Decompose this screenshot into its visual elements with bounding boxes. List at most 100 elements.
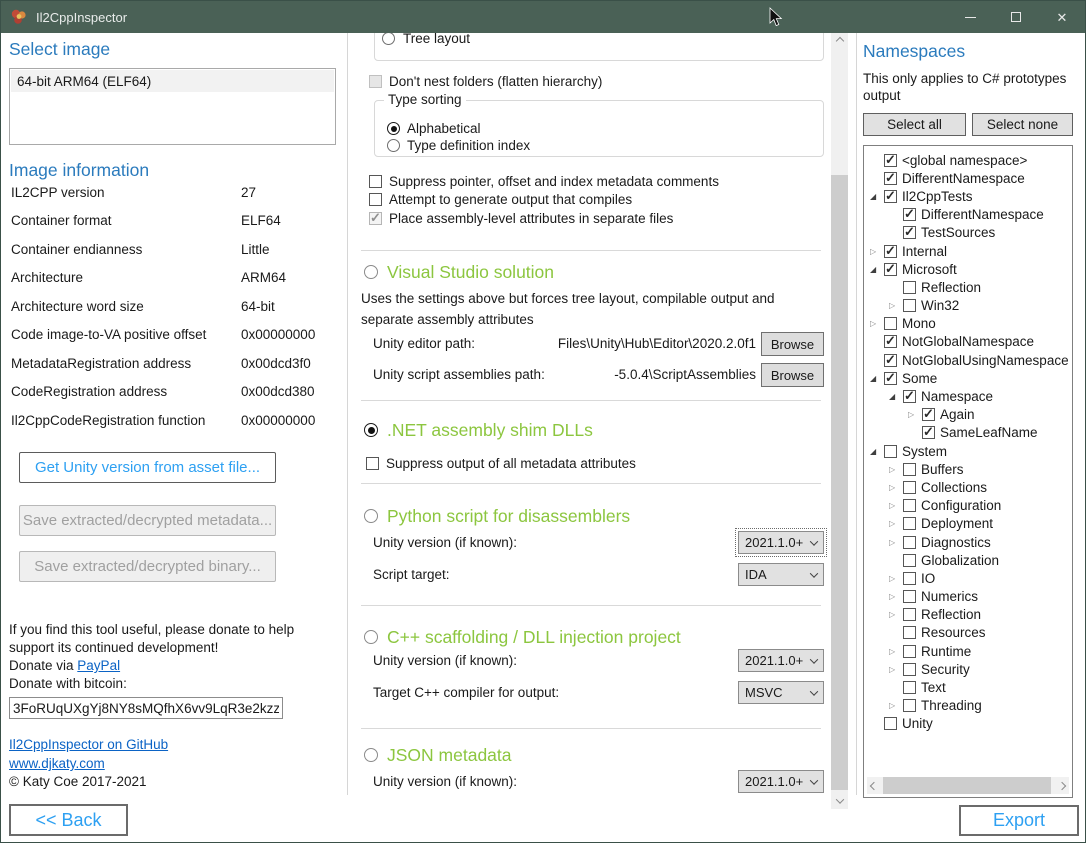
tree-item[interactable]: ▷Buffers	[864, 460, 1072, 478]
expand-icon[interactable]: ▷	[887, 501, 903, 510]
tree-item[interactable]: ▷Mono	[864, 315, 1072, 333]
expand-icon[interactable]: ▷	[887, 610, 903, 619]
compilable-output-row[interactable]: Attempt to generate output that compiles	[369, 190, 632, 208]
namespace-checkbox[interactable]	[903, 699, 916, 712]
namespace-checkbox[interactable]	[884, 354, 897, 367]
tree-item[interactable]: Resources	[864, 624, 1072, 642]
browse-editor-path-button[interactable]: Browse	[761, 332, 824, 356]
image-listbox[interactable]: 64-bit ARM64 (ELF64)	[9, 68, 336, 145]
namespace-checkbox[interactable]	[884, 172, 897, 185]
expand-icon[interactable]: ▷	[887, 483, 903, 492]
script-target-select[interactable]: IDA	[738, 563, 824, 586]
browse-assemblies-path-button[interactable]: Browse	[761, 363, 824, 387]
visual-studio-section-header[interactable]: Visual Studio solution	[364, 260, 554, 284]
collapse-icon[interactable]: ◢	[868, 374, 884, 383]
github-link[interactable]: Il2CppInspector on GitHub	[9, 737, 168, 752]
collapse-icon[interactable]: ◢	[868, 192, 884, 201]
tree-item[interactable]: SameLeafName	[864, 424, 1072, 442]
namespace-checkbox[interactable]	[884, 263, 897, 276]
shim-dlls-section-header[interactable]: .NET assembly shim DLLs	[364, 418, 593, 442]
tree-item[interactable]: ▷Again	[864, 406, 1072, 424]
namespace-checkbox[interactable]	[903, 681, 916, 694]
cpp-compiler-select[interactable]: MSVC	[738, 681, 824, 704]
separate-attributes-row[interactable]: Place assembly-level attributes in separ…	[369, 209, 673, 227]
namespace-checkbox[interactable]	[903, 572, 916, 585]
collapse-icon[interactable]: ◢	[868, 265, 884, 274]
select-all-button[interactable]: Select all	[863, 113, 966, 136]
separate-attributes-checkbox[interactable]	[369, 212, 382, 225]
save-metadata-button[interactable]: Save extracted/decrypted metadata...	[19, 505, 276, 536]
expand-icon[interactable]: ▷	[887, 665, 903, 674]
tree-horizontal-scrollbar[interactable]	[867, 777, 1069, 794]
minimize-button[interactable]	[947, 1, 993, 33]
tree-item[interactable]: <global namespace>	[864, 151, 1072, 169]
bitcoin-address-input[interactable]	[9, 697, 283, 719]
collapse-icon[interactable]: ◢	[887, 392, 903, 401]
flatten-checkbox-row[interactable]: Don't nest folders (flatten hierarchy)	[369, 72, 602, 90]
tree-item[interactable]: ▷Reflection	[864, 606, 1072, 624]
tree-item[interactable]: ▷Threading	[864, 697, 1072, 715]
tree-item[interactable]: TestSources	[864, 224, 1072, 242]
expand-icon[interactable]: ▷	[887, 538, 903, 547]
tree-item[interactable]: ▷Runtime	[864, 642, 1072, 660]
tree-item[interactable]: ◢Some	[864, 369, 1072, 387]
namespace-checkbox[interactable]	[884, 372, 897, 385]
suppress-comments-row[interactable]: Suppress pointer, offset and index metad…	[369, 172, 719, 190]
namespace-checkbox[interactable]	[903, 626, 916, 639]
tree-item[interactable]: ▷Deployment	[864, 515, 1072, 533]
namespace-checkbox[interactable]	[903, 645, 916, 658]
namespace-checkbox[interactable]	[884, 317, 897, 330]
expand-icon[interactable]: ▷	[887, 701, 903, 710]
tree-item[interactable]: DifferentNamespace	[864, 169, 1072, 187]
namespace-checkbox[interactable]	[884, 717, 897, 730]
visual-studio-radio[interactable]	[364, 265, 378, 279]
expand-icon[interactable]: ▷	[887, 301, 903, 310]
tree-item[interactable]: Globalization	[864, 551, 1072, 569]
typedef-index-radio[interactable]	[387, 139, 400, 152]
close-button[interactable]: ✕	[1039, 1, 1085, 33]
tree-item[interactable]: ▷Collections	[864, 478, 1072, 496]
select-none-button[interactable]: Select none	[972, 113, 1073, 136]
cpp-scaffolding-radio[interactable]	[364, 630, 378, 644]
cpp-unity-version-select[interactable]: 2021.1.0+	[738, 649, 824, 672]
tree-item[interactable]: DifferentNamespace	[864, 206, 1072, 224]
export-button[interactable]: Export	[959, 805, 1079, 836]
python-script-radio[interactable]	[364, 509, 378, 523]
namespace-checkbox[interactable]	[903, 499, 916, 512]
json-section-header[interactable]: JSON metadata	[364, 743, 512, 767]
scroll-down-arrow[interactable]	[831, 793, 848, 809]
namespace-checkbox[interactable]	[884, 190, 897, 203]
namespace-checkbox[interactable]	[903, 299, 916, 312]
scrollbar-thumb[interactable]	[883, 777, 1051, 794]
namespace-checkbox[interactable]	[903, 663, 916, 676]
scroll-left-arrow[interactable]	[867, 777, 881, 794]
namespace-checkbox[interactable]	[884, 335, 897, 348]
namespace-checkbox[interactable]	[903, 463, 916, 476]
namespace-checkbox[interactable]	[903, 554, 916, 567]
suppress-metadata-attrs-row[interactable]: Suppress output of all metadata attribut…	[366, 454, 636, 472]
sort-typedef-option[interactable]: Type definition index	[387, 137, 530, 154]
expand-icon[interactable]: ▷	[906, 410, 922, 419]
sort-alphabetical-option[interactable]: Alphabetical	[387, 120, 481, 137]
scroll-up-arrow[interactable]	[831, 33, 848, 49]
namespace-checkbox[interactable]	[903, 517, 916, 530]
maximize-button[interactable]	[993, 1, 1039, 33]
alphabetical-radio[interactable]	[387, 122, 400, 135]
paypal-link[interactable]: PayPal	[77, 658, 120, 673]
tree-item[interactable]: ◢Microsoft	[864, 260, 1072, 278]
expand-icon[interactable]: ▷	[887, 647, 903, 656]
namespace-checkbox[interactable]	[922, 426, 935, 439]
tree-item[interactable]: Unity	[864, 715, 1072, 733]
back-button[interactable]: << Back	[9, 804, 128, 836]
tree-item[interactable]: ◢Namespace	[864, 387, 1072, 405]
namespace-checkbox[interactable]	[884, 154, 897, 167]
namespace-checkbox[interactable]	[903, 481, 916, 494]
scrollbar-thumb[interactable]	[831, 175, 848, 790]
expand-icon[interactable]: ▷	[868, 319, 884, 328]
expand-icon[interactable]: ▷	[887, 465, 903, 474]
python-section-header[interactable]: Python script for disassemblers	[364, 504, 630, 528]
tree-layout-radio[interactable]	[382, 33, 395, 45]
tree-item[interactable]: ▷Security	[864, 660, 1072, 678]
options-scrollbar[interactable]	[831, 33, 848, 809]
tree-item[interactable]: ◢Il2CppTests	[864, 187, 1072, 205]
